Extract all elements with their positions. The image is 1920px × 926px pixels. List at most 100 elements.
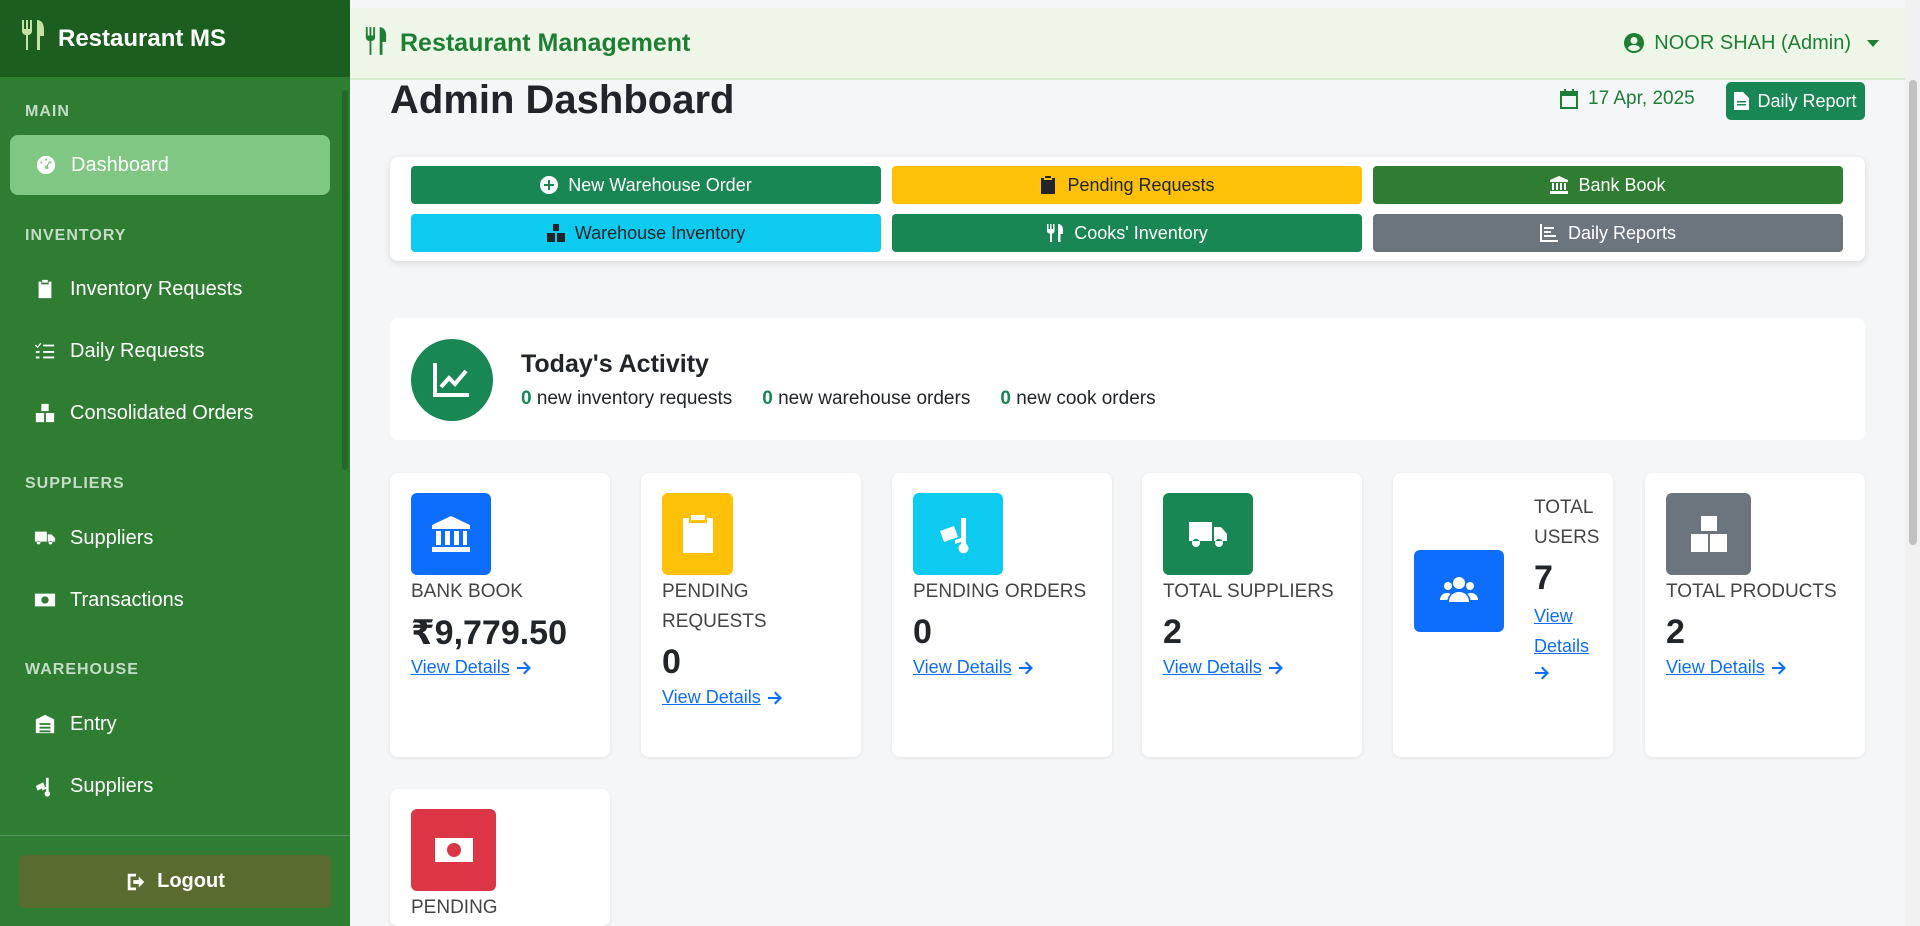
dolly-icon xyxy=(913,493,1003,575)
view-details-link[interactable]: View Details xyxy=(913,657,1034,678)
stat-value: 0 xyxy=(662,643,681,681)
daily-reports-button[interactable]: Daily Reports xyxy=(1373,214,1843,252)
bank-icon xyxy=(1550,176,1569,194)
view-details-link[interactable]: View Details xyxy=(411,657,532,678)
sidebar-item-label: Dashboard xyxy=(71,153,169,176)
arrow-right-icon xyxy=(767,691,782,704)
button-label: Daily Reports xyxy=(1567,222,1677,243)
sidebar-item-label: Entry xyxy=(70,712,117,735)
button-label: Cooks' Inventory xyxy=(1074,222,1208,243)
stat-value: 7 xyxy=(1534,559,1553,597)
boxes-icon xyxy=(1666,493,1751,575)
stat-label: PENDING ORDERS xyxy=(913,581,1087,602)
clipboard-list-icon xyxy=(1041,176,1056,194)
new-warehouse-order-button[interactable]: New Warehouse Order xyxy=(411,166,881,204)
arrow-right-icon xyxy=(1268,661,1283,674)
stat-card-pending-requests: PENDING REQUESTS 0 View Details xyxy=(641,473,861,757)
cooks-inventory-button[interactable]: Cooks' Inventory xyxy=(892,214,1362,252)
button-label: Warehouse Inventory xyxy=(574,222,746,243)
truck-icon xyxy=(1163,493,1253,575)
gauge-icon xyxy=(36,155,56,175)
stat-value: ₹9,779.50 xyxy=(411,614,568,652)
sidebar-item-consolidated-orders[interactable]: Consolidated Orders xyxy=(0,383,350,443)
stat-card-pending-payments: PENDING xyxy=(390,789,610,926)
activity-title: Today's Activity xyxy=(521,350,709,378)
warehouse-inventory-button[interactable]: Warehouse Inventory xyxy=(411,214,881,252)
stat-card-pending-orders: PENDING ORDERS 0 View Details xyxy=(892,473,1112,757)
activity-stats: 0 new inventory requests 0 new warehouse… xyxy=(521,388,1156,410)
dolly-icon xyxy=(35,777,51,797)
sidebar-divider xyxy=(0,835,350,836)
app-title[interactable]: Restaurant Management xyxy=(400,29,690,58)
stat-value: 0 xyxy=(913,613,932,651)
page-title: Admin Dashboard xyxy=(390,78,735,122)
warehouse-icon xyxy=(35,714,55,734)
scrollbar-thumb[interactable] xyxy=(1909,80,1917,545)
utensils-icon xyxy=(364,26,388,60)
utensils-icon xyxy=(1047,224,1064,242)
logout-button[interactable]: Logout xyxy=(19,855,331,908)
button-label: New Warehouse Order xyxy=(568,174,752,195)
stat-card-total-users: TOTAL USERS 7 View Details xyxy=(1393,473,1613,757)
stat-card-total-suppliers: TOTAL SUPPLIERS 2 View Details xyxy=(1142,473,1362,757)
activity-cook-orders: 0 new cook orders xyxy=(1000,388,1156,409)
bank-book-button[interactable]: Bank Book xyxy=(1373,166,1843,204)
top-navbar: Restaurant Management NOOR SHAH (Admin) xyxy=(350,8,1905,80)
stat-label: PENDING xyxy=(411,897,498,918)
boxes-icon xyxy=(546,224,565,242)
sign-out-icon xyxy=(127,873,145,890)
truck-icon xyxy=(34,531,56,545)
stat-card-bank-book: BANK BOOK ₹9,779.50 View Details xyxy=(390,473,610,757)
pending-requests-button[interactable]: Pending Requests xyxy=(892,166,1362,204)
stat-label: BANK BOOK xyxy=(411,581,523,602)
sidebar-brand[interactable]: Restaurant MS xyxy=(0,0,350,77)
activity-inventory-requests: 0 new inventory requests xyxy=(521,388,733,409)
calendar-icon xyxy=(1560,89,1578,109)
user-menu[interactable]: NOOR SHAH (Admin) xyxy=(1624,32,1879,55)
sidebar-item-inventory-requests[interactable]: Inventory Requests xyxy=(0,259,350,319)
sidebar-item-entry[interactable]: Entry xyxy=(0,694,350,754)
quick-actions-card: New Warehouse Order Pending Requests Ban… xyxy=(390,157,1865,261)
arrow-right-icon xyxy=(1771,661,1786,674)
section-inventory: INVENTORY xyxy=(25,227,127,244)
logout-label: Logout xyxy=(157,870,225,892)
view-details-link[interactable]: View Details xyxy=(1534,601,1604,681)
date-text: 17 Apr, 2025 xyxy=(1588,88,1695,109)
sidebar-item-transactions[interactable]: Transactions xyxy=(0,570,350,630)
clipboard-list-icon xyxy=(662,493,733,575)
sidebar-item-label: Suppliers xyxy=(70,526,154,549)
list-check-icon xyxy=(34,342,55,359)
utensils-icon xyxy=(20,20,46,57)
view-details-link[interactable]: View Details xyxy=(662,687,783,708)
activity-warehouse-orders: 0 new warehouse orders xyxy=(762,388,971,409)
file-icon xyxy=(1734,92,1750,110)
sidebar-item-warehouse-suppliers[interactable]: Suppliers xyxy=(0,756,350,816)
view-details-link[interactable]: View Details xyxy=(1666,657,1787,678)
todays-activity-card: Today's Activity 0 new inventory request… xyxy=(390,318,1865,440)
page-scrollbar[interactable] xyxy=(1905,0,1920,926)
button-label: Bank Book xyxy=(1578,174,1666,195)
button-label: Pending Requests xyxy=(1067,174,1215,195)
daily-report-button[interactable]: Daily Report xyxy=(1726,82,1865,120)
sidebar-item-label: Consolidated Orders xyxy=(70,401,254,424)
sidebar-item-label: Inventory Requests xyxy=(70,277,243,300)
sidebar-item-dashboard[interactable]: Dashboard xyxy=(10,135,330,195)
user-name: NOOR SHAH (Admin) xyxy=(1654,31,1851,54)
sidebar-item-daily-requests[interactable]: Daily Requests xyxy=(0,321,350,381)
sidebar-item-suppliers[interactable]: Suppliers xyxy=(0,508,350,568)
section-main: MAIN xyxy=(25,103,70,120)
stat-value: 2 xyxy=(1666,613,1685,651)
users-icon xyxy=(1414,550,1504,632)
chart-bar-icon xyxy=(1539,224,1558,242)
daily-report-label: Daily Report xyxy=(1757,90,1857,111)
arrow-right-icon xyxy=(516,661,531,674)
sidebar-item-label: Daily Requests xyxy=(70,339,205,362)
boxes-icon xyxy=(35,403,55,423)
stat-card-total-products: TOTAL PRODUCTS 2 View Details xyxy=(1645,473,1865,757)
sidebar-item-label: Transactions xyxy=(70,588,184,611)
view-details-link[interactable]: View Details xyxy=(1163,657,1284,678)
user-circle-icon xyxy=(1624,33,1645,53)
stat-value: 2 xyxy=(1163,613,1182,651)
stat-label: PENDING REQUESTS xyxy=(662,581,767,632)
section-warehouse: WAREHOUSE xyxy=(25,661,139,678)
